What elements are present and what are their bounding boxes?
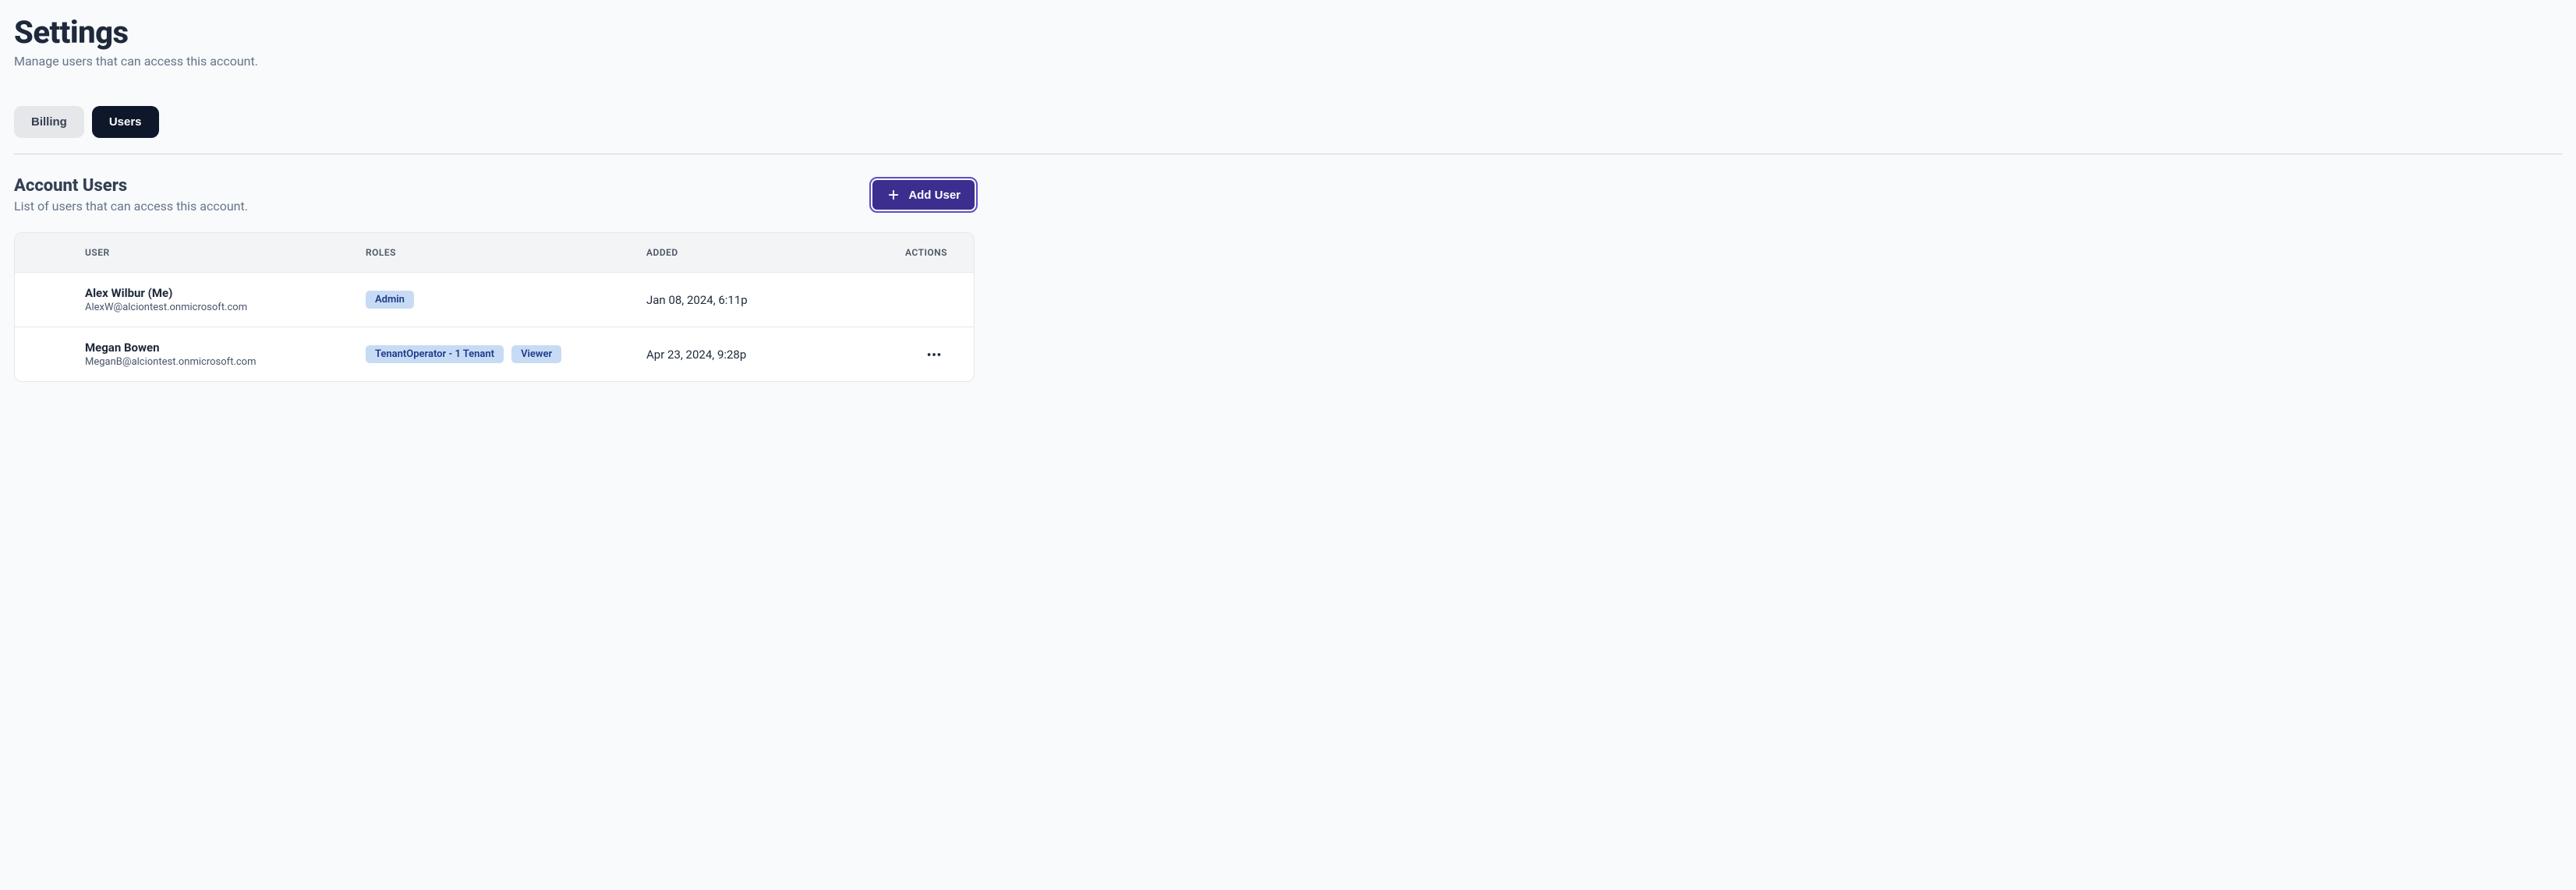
tab-billing[interactable]: Billing bbox=[14, 106, 84, 138]
user-name: Megan Bowen bbox=[85, 341, 366, 355]
user-name: Alex Wilbur (Me) bbox=[85, 286, 366, 300]
add-user-button[interactable]: Add User bbox=[872, 180, 975, 210]
tab-users[interactable]: Users bbox=[92, 106, 159, 138]
page-title: Settings bbox=[14, 14, 2562, 51]
more-horizontal-icon bbox=[925, 346, 943, 363]
row-actions-button[interactable] bbox=[921, 341, 947, 368]
column-header-user: USER bbox=[85, 247, 366, 258]
user-email: AlexW@alciontest.onmicrosoft.com bbox=[85, 302, 366, 313]
tabs: Billing Users bbox=[14, 106, 2562, 154]
section-title: Account Users bbox=[14, 176, 248, 196]
page-subtitle: Manage users that can access this accoun… bbox=[14, 54, 2562, 69]
table-header: USER ROLES ADDED ACTIONS bbox=[15, 233, 974, 272]
column-header-actions: ACTIONS bbox=[865, 247, 974, 258]
table-row: Alex Wilbur (Me) AlexW@alciontest.onmicr… bbox=[15, 272, 974, 327]
role-badge: TenantOperator - 1 Tenant bbox=[366, 345, 504, 363]
added-date: Jan 08, 2024, 6:11p bbox=[646, 293, 865, 307]
column-header-added: ADDED bbox=[646, 247, 865, 258]
column-header-roles: ROLES bbox=[366, 247, 646, 258]
role-badge: Viewer bbox=[511, 345, 561, 363]
added-date: Apr 23, 2024, 9:28p bbox=[646, 348, 865, 362]
add-user-label: Add User bbox=[908, 189, 961, 202]
plus-icon bbox=[886, 188, 901, 202]
table-row: Megan Bowen MeganB@alciontest.onmicrosof… bbox=[15, 327, 974, 381]
role-badge: Admin bbox=[366, 291, 414, 309]
users-table: USER ROLES ADDED ACTIONS Alex Wilbur (Me… bbox=[14, 232, 975, 382]
user-email: MeganB@alciontest.onmicrosoft.com bbox=[85, 356, 366, 368]
section-subtitle: List of users that can access this accou… bbox=[14, 199, 248, 214]
